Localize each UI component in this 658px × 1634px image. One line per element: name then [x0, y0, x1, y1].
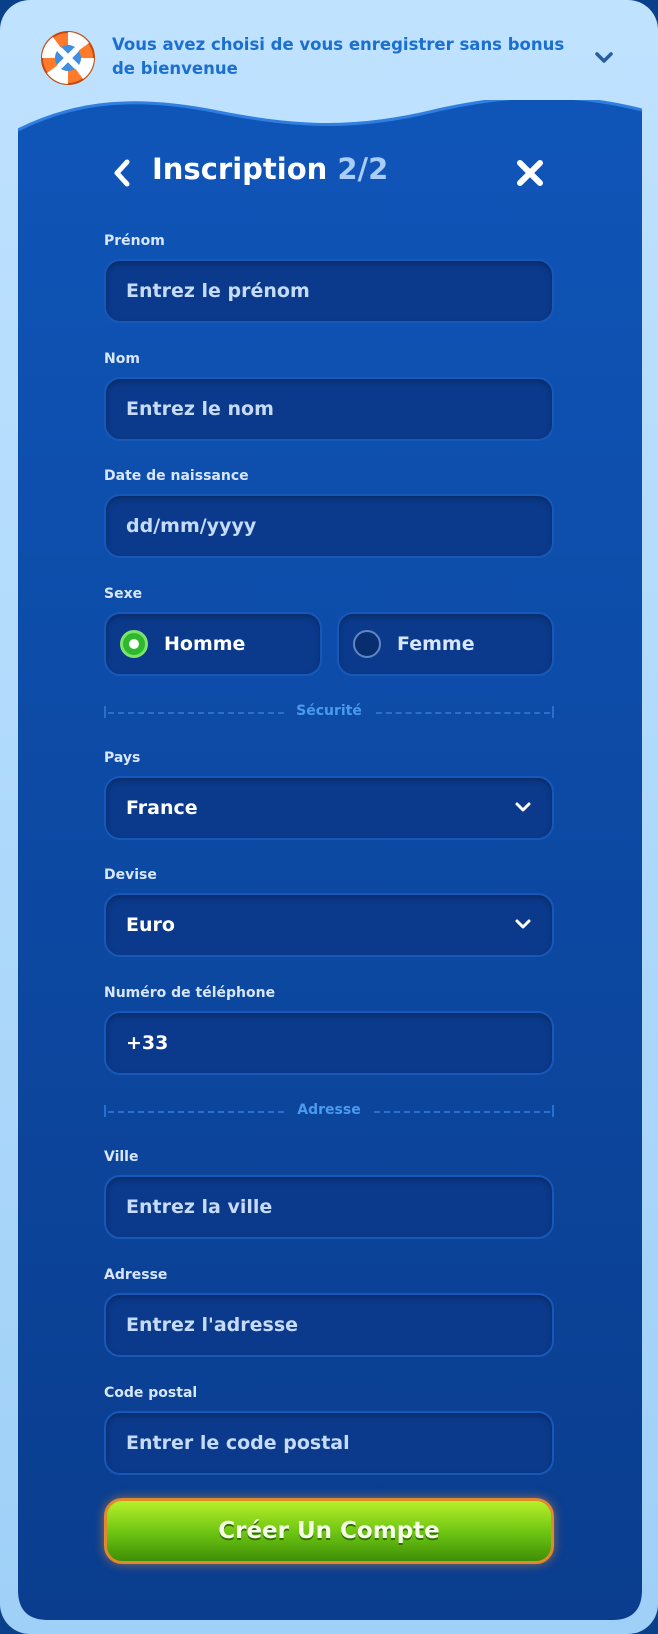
country-value: France: [126, 797, 198, 819]
postal-code-label: Code postal: [104, 1385, 198, 1401]
address-placeholder: Entrez l'adresse: [126, 1314, 299, 1336]
chevron-down-icon[interactable]: [590, 44, 618, 72]
section-title: Adresse: [297, 1102, 361, 1118]
page-title: Inscription 2/2: [152, 152, 388, 186]
lifebuoy-icon: [41, 31, 95, 85]
chevron-left-icon[interactable]: [108, 156, 136, 190]
create-account-label: Créer Un Compte: [218, 1518, 440, 1544]
phone-input[interactable]: +33: [104, 1011, 554, 1075]
last-name-input[interactable]: Entrez le nom: [104, 377, 554, 441]
phone-label: Numéro de téléphone: [104, 985, 276, 1001]
chevron-down-icon: [515, 919, 531, 929]
address-label: Adresse: [104, 1267, 168, 1283]
section-divider-address: Adresse: [104, 1100, 554, 1124]
birth-date-placeholder: dd/mm/yyyy: [126, 515, 257, 537]
radio-selected-icon: [120, 630, 148, 658]
last-name-label: Nom: [104, 351, 140, 367]
country-label: Pays: [104, 750, 141, 766]
section-divider-security: Sécurité: [104, 701, 554, 725]
step-indicator: 2/2: [337, 152, 389, 186]
postal-code-placeholder: Entrer le code postal: [126, 1432, 350, 1454]
radio-unselected-icon: [353, 630, 381, 658]
last-name-placeholder: Entrez le nom: [126, 398, 274, 420]
currency-label: Devise: [104, 867, 157, 883]
birth-date-label: Date de naissance: [104, 468, 249, 484]
title-text: Inscription: [152, 152, 328, 186]
first-name-placeholder: Entrez le prénom: [126, 280, 310, 302]
gender-label: Sexe: [104, 586, 143, 602]
gender-option-femme[interactable]: Femme: [337, 612, 554, 676]
chevron-down-icon: [515, 802, 531, 812]
city-label: Ville: [104, 1149, 139, 1165]
postal-code-input[interactable]: Entrer le code postal: [104, 1411, 554, 1475]
gender-option-label: Femme: [397, 633, 475, 655]
currency-select[interactable]: Euro: [104, 893, 554, 957]
country-select[interactable]: France: [104, 776, 554, 840]
gender-option-homme[interactable]: Homme: [104, 612, 322, 676]
section-title: Sécurité: [296, 703, 362, 719]
gender-option-label: Homme: [164, 633, 246, 655]
form-header: Inscription 2/2: [0, 150, 658, 196]
bonus-notice-text: Vous avez choisi de vous enregistrer san…: [112, 35, 565, 78]
address-input[interactable]: Entrez l'adresse: [104, 1293, 554, 1357]
close-icon[interactable]: [515, 158, 545, 188]
phone-value: +33: [126, 1032, 169, 1054]
city-input[interactable]: Entrez la ville: [104, 1175, 554, 1239]
registration-modal: Vous avez choisi de vous enregistrer san…: [0, 0, 658, 1634]
city-placeholder: Entrez la ville: [126, 1196, 273, 1218]
birth-date-input[interactable]: dd/mm/yyyy: [104, 494, 554, 558]
currency-value: Euro: [126, 914, 175, 936]
create-account-button[interactable]: Créer Un Compte: [104, 1498, 554, 1564]
first-name-input[interactable]: Entrez le prénom: [104, 259, 554, 323]
first-name-label: Prénom: [104, 233, 165, 249]
